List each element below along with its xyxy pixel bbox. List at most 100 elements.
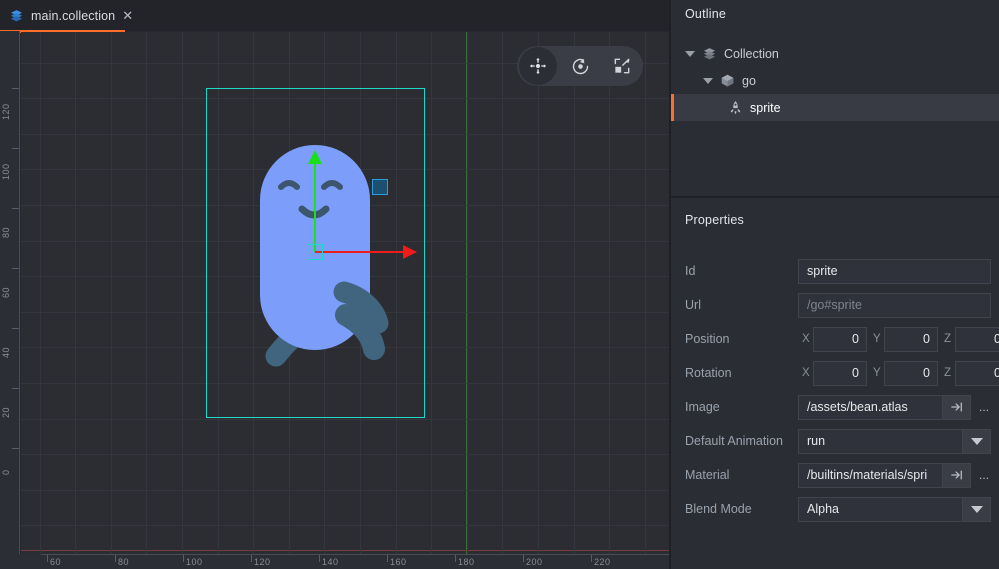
rotation-y-input[interactable]: 0 bbox=[884, 360, 938, 386]
ruler-label-horizontal: 80 bbox=[118, 557, 130, 567]
default-animation-dropdown-button[interactable] bbox=[963, 428, 991, 454]
goto-resource-icon[interactable] bbox=[943, 462, 971, 488]
outline-node-collection[interactable]: Collection bbox=[671, 40, 999, 67]
scene-viewport[interactable] bbox=[21, 32, 670, 554]
ruler-label-horizontal: 100 bbox=[186, 557, 203, 567]
grid-line-vertical bbox=[609, 32, 610, 554]
defold-editor-window: main.collection ✕ 120 100 80 60 40 20 0 60 80 10… bbox=[0, 0, 999, 569]
outline-node-label: Collection bbox=[724, 46, 779, 61]
viewport-toolbar bbox=[517, 46, 643, 86]
ruler-tick-vertical bbox=[12, 208, 19, 209]
blend-mode-select[interactable]: Alpha bbox=[798, 496, 963, 522]
ruler-corner bbox=[0, 554, 41, 569]
position-z-input[interactable]: 0 bbox=[955, 326, 999, 352]
ruler-tick-horizontal bbox=[251, 555, 252, 562]
axis-label-z: Z bbox=[944, 367, 952, 379]
gizmo-x-arrow[interactable] bbox=[403, 245, 417, 259]
default-animation-select[interactable]: run bbox=[798, 428, 963, 454]
chevron-down-icon bbox=[970, 437, 983, 445]
ruler-tick-vertical bbox=[12, 148, 19, 149]
ruler-label-vertical: 120 bbox=[1, 103, 11, 121]
ruler-label-vertical: 20 bbox=[1, 406, 11, 418]
property-label: Default Animation bbox=[685, 434, 783, 448]
gizmo-y-axis[interactable] bbox=[314, 164, 316, 252]
grid-line-horizontal bbox=[21, 454, 670, 455]
ruler-label-vertical: 0 bbox=[1, 469, 11, 475]
scale-tool[interactable] bbox=[603, 47, 641, 85]
grid-line-vertical bbox=[502, 32, 503, 554]
rotate-tool[interactable] bbox=[561, 47, 599, 85]
outline-title-text: Outline bbox=[685, 7, 727, 21]
move-tool[interactable] bbox=[519, 47, 557, 85]
sprite-icon bbox=[727, 100, 743, 116]
property-row-material: Material /builtins/materials/spri ... bbox=[671, 458, 999, 492]
position-y-input[interactable]: 0 bbox=[884, 326, 938, 352]
grid-line-horizontal bbox=[21, 419, 670, 420]
ruler-tick-horizontal bbox=[591, 555, 592, 562]
ruler-tick-vertical bbox=[12, 88, 19, 89]
ruler-tick-horizontal bbox=[183, 555, 184, 562]
world-x-axis bbox=[21, 550, 670, 551]
property-row-default-animation: Default Animation run bbox=[671, 424, 999, 458]
image-input[interactable]: /assets/bean.atlas bbox=[798, 394, 943, 420]
ruler-tick-vertical bbox=[12, 388, 19, 389]
image-browse-button[interactable]: ... bbox=[971, 395, 997, 420]
outline-node-label: sprite bbox=[750, 100, 781, 115]
ruler-tick-horizontal bbox=[523, 555, 524, 562]
grid-line-vertical bbox=[538, 32, 539, 554]
collection-icon bbox=[9, 8, 24, 24]
property-row-url: Url /go#sprite bbox=[671, 288, 999, 322]
outline-node-go[interactable]: go bbox=[671, 67, 999, 94]
ruler-tick-vertical bbox=[12, 448, 19, 449]
url-input[interactable]: /go#sprite bbox=[798, 292, 991, 318]
id-input[interactable]: sprite bbox=[798, 258, 991, 284]
ruler-tick-horizontal bbox=[319, 555, 320, 562]
right-pane: Outline Collection go sprite Properties … bbox=[671, 0, 999, 569]
grid-line-vertical bbox=[182, 32, 183, 554]
game-object-icon bbox=[719, 73, 735, 89]
ruler-tick-vertical bbox=[12, 268, 19, 269]
grid-line-horizontal bbox=[21, 490, 670, 491]
properties-body: Id sprite Url /go#sprite Position X 0 Y … bbox=[671, 254, 999, 526]
editor-pane: main.collection ✕ 120 100 80 60 40 20 0 60 80 10… bbox=[0, 0, 670, 569]
position-x-input[interactable]: 0 bbox=[813, 326, 867, 352]
outline-panel-title: Outline bbox=[685, 5, 726, 23]
chevron-down-icon[interactable] bbox=[703, 77, 713, 84]
rotation-z-input[interactable]: 0 bbox=[955, 360, 999, 386]
property-label: Image bbox=[685, 400, 720, 414]
axis-label-z: Z bbox=[944, 333, 952, 345]
panel-separator bbox=[671, 196, 999, 198]
rotation-x-input[interactable]: 0 bbox=[813, 360, 867, 386]
axis-label-x: X bbox=[802, 333, 810, 345]
tab-main-collection[interactable]: main.collection ✕ bbox=[0, 0, 133, 31]
ruler-horizontal: 60 80 100 120 140 160 180 200 220 bbox=[0, 554, 670, 569]
properties-title-text: Properties bbox=[685, 213, 744, 227]
ruler-tick-vertical bbox=[12, 328, 19, 329]
grid-line-vertical bbox=[75, 32, 76, 554]
blend-mode-dropdown-button[interactable] bbox=[963, 496, 991, 522]
ruler-label-horizontal: 140 bbox=[322, 557, 339, 567]
gizmo-xy-plane-handle[interactable] bbox=[372, 179, 388, 195]
ruler-tick-horizontal bbox=[115, 555, 116, 562]
properties-panel-title: Properties bbox=[685, 211, 744, 229]
material-browse-button[interactable]: ... bbox=[971, 463, 997, 488]
gizmo-x-axis[interactable] bbox=[315, 251, 403, 253]
property-label: Material bbox=[685, 468, 730, 482]
chevron-down-icon[interactable] bbox=[685, 50, 695, 57]
gizmo-center-handle[interactable] bbox=[307, 244, 323, 260]
ruler-tick-horizontal bbox=[47, 555, 48, 562]
ruler-label-vertical: 80 bbox=[1, 226, 11, 238]
ruler-label-horizontal: 200 bbox=[526, 557, 543, 567]
property-label: Position bbox=[685, 332, 730, 346]
axis-label-y: Y bbox=[873, 367, 881, 379]
gizmo-y-arrow[interactable] bbox=[308, 150, 322, 164]
goto-resource-icon[interactable] bbox=[943, 394, 971, 420]
grid-line-vertical bbox=[467, 32, 468, 554]
ruler-label-vertical: 60 bbox=[1, 286, 11, 298]
property-row-blend-mode: Blend Mode Alpha bbox=[671, 492, 999, 526]
close-icon[interactable]: ✕ bbox=[122, 9, 133, 22]
grid-line-vertical bbox=[645, 32, 646, 554]
material-input[interactable]: /builtins/materials/spri bbox=[798, 462, 943, 488]
outline-node-sprite[interactable]: sprite bbox=[671, 94, 999, 121]
grid-line-vertical bbox=[574, 32, 575, 554]
